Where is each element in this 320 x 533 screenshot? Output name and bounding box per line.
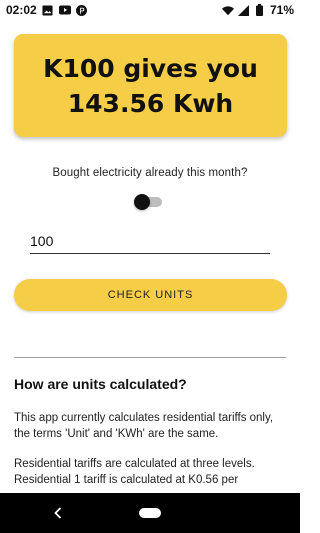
info-paragraph: This app currently calculates residentia… [14,412,274,440]
result-card: K100 gives you 143.56 Kwh [14,34,287,137]
divider [14,357,286,358]
home-pill-icon[interactable] [139,508,161,518]
check-units-button[interactable]: CHECK UNITS [14,279,287,311]
bought-electricity-toggle[interactable] [134,194,162,210]
signal-icon [238,4,250,16]
status-time: 02:02 [6,3,37,17]
info-section: How are units calculated? This app curre… [14,376,288,502]
image-icon [42,4,54,16]
info-heading: How are units calculated? [14,376,187,392]
youtube-icon [58,4,71,16]
navigation-bar [0,493,300,533]
wifi-icon [221,4,234,16]
result-amount-text: K100 gives you [43,53,258,83]
p-app-icon [76,4,88,16]
info-paragraph: Residential tariffs are calculated at th… [14,458,255,486]
battery-percentage: 71% [269,3,294,17]
result-kwh-text: 143.56 Kwh [67,88,234,118]
toggle-thumb [134,194,150,210]
status-right: 71% [221,3,294,17]
battery-icon [254,4,266,16]
status-bar: 02:02 71% [0,0,300,20]
back-icon[interactable] [52,505,64,521]
amount-input[interactable] [30,230,270,254]
status-left: 02:02 [6,3,88,17]
bought-electricity-question: Bought electricity already this month? [52,167,248,179]
